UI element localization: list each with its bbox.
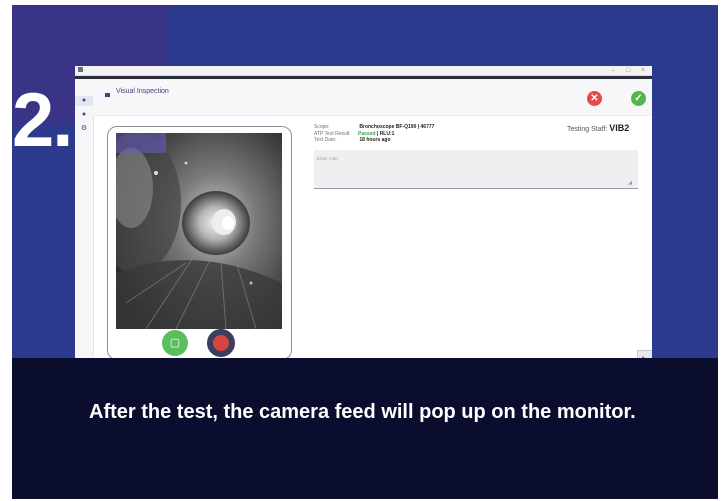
camera-feed-image bbox=[116, 133, 282, 329]
maximize-button[interactable]: □ bbox=[626, 66, 630, 75]
note-placeholder: Enter note bbox=[317, 156, 338, 161]
staff-label: Testing Staff: bbox=[567, 126, 608, 133]
scope-value: Bronchoscope BF-Q190 | 46777 bbox=[359, 124, 435, 130]
atp-rlu: | RLU:1 bbox=[375, 130, 395, 137]
camera-panel: ▢ bbox=[107, 126, 292, 360]
date-label: Test Date: bbox=[314, 137, 337, 143]
header-bar: Visual Inspection ✕ ✓ bbox=[93, 79, 652, 116]
sidebar: ● ● ⚙ bbox=[75, 79, 94, 371]
feed-overlay bbox=[116, 133, 166, 153]
staff-id: VIB2 bbox=[609, 123, 630, 133]
caption-text: After the test, the camera feed will pop… bbox=[89, 401, 636, 423]
cancel-button[interactable]: ✕ bbox=[587, 91, 602, 106]
testing-staff: Testing Staff: VIB2 bbox=[567, 123, 629, 133]
date-value: 18 hours ago bbox=[359, 137, 391, 143]
gear-icon[interactable]: ⚙ bbox=[80, 124, 88, 134]
confirm-button[interactable]: ✓ bbox=[631, 91, 646, 106]
minimize-button[interactable]: – bbox=[611, 66, 615, 75]
home-icon[interactable]: ● bbox=[75, 96, 93, 106]
record-button[interactable] bbox=[207, 329, 235, 357]
record-icon bbox=[213, 335, 229, 351]
camera-feed bbox=[116, 133, 282, 329]
title-bar: – □ × bbox=[75, 66, 652, 76]
page-title: Visual Inspection bbox=[116, 88, 169, 95]
app-window: – □ × ● ● ⚙ Visual Inspection ✕ ✓ ▢ Scop… bbox=[75, 66, 652, 371]
note-field[interactable]: Enter note ◢ bbox=[314, 150, 638, 189]
resize-handle-icon[interactable]: ◢ bbox=[628, 180, 632, 186]
app-icon bbox=[78, 67, 83, 72]
test-details: Scope: Bronchoscope BF-Q190 | 46777 ATP … bbox=[314, 124, 434, 144]
step-number: 2. bbox=[12, 78, 73, 163]
circle-icon[interactable]: ● bbox=[80, 110, 88, 120]
snapshot-button[interactable]: ▢ bbox=[162, 330, 188, 356]
caption-band bbox=[12, 358, 718, 499]
date-row: Test Date: 18 hours ago bbox=[314, 137, 434, 144]
camera-icon bbox=[105, 93, 110, 97]
atp-status: Passed bbox=[358, 130, 376, 137]
tutorial-slide: – □ × ● ● ⚙ Visual Inspection ✕ ✓ ▢ Scop… bbox=[12, 5, 718, 499]
close-window-button[interactable]: × bbox=[641, 66, 645, 75]
